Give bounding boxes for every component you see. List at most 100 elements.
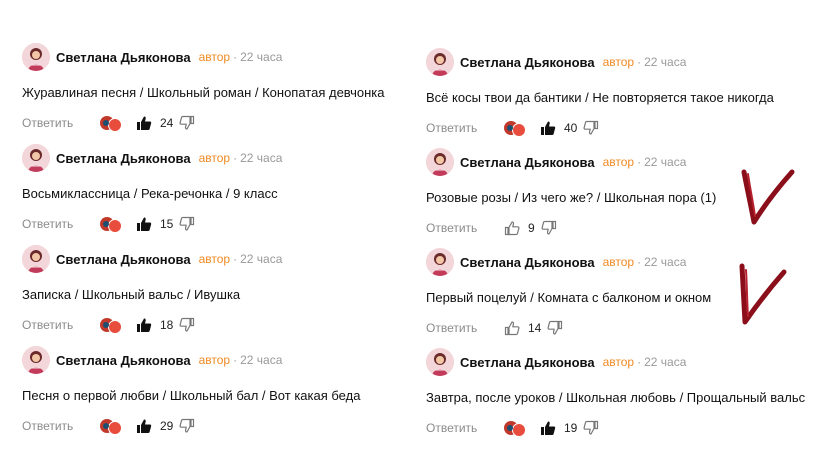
comment: Светлана Дьяконова автор · 22 часа Журав… bbox=[22, 42, 422, 134]
reactions-icon[interactable] bbox=[504, 119, 526, 137]
avatar[interactable] bbox=[426, 248, 454, 276]
thumbs-down-icon[interactable] bbox=[179, 115, 195, 131]
thumbs-down-icon[interactable] bbox=[179, 317, 195, 333]
reply-button[interactable]: Ответить bbox=[426, 221, 504, 235]
thumbs-up-icon[interactable] bbox=[540, 120, 556, 136]
separator: · bbox=[233, 353, 238, 367]
like-count: 29 bbox=[160, 419, 174, 433]
reply-button[interactable]: Ответить bbox=[426, 121, 504, 135]
timestamp: 22 часа bbox=[644, 255, 687, 269]
author-badge: автор bbox=[602, 255, 635, 269]
comment-actions: Ответить 18 bbox=[22, 314, 422, 336]
comment-actions: Ответить 29 bbox=[22, 415, 422, 437]
comment-actions: Ответить 40 bbox=[426, 117, 823, 139]
reactions-icon[interactable] bbox=[100, 417, 122, 435]
like-count: 14 bbox=[528, 321, 542, 335]
reactions-icon[interactable] bbox=[100, 215, 122, 233]
comment-header: Светлана Дьяконова автор · 22 часа bbox=[22, 244, 422, 274]
comment-text: Всё косы твои да бантики / Не повторяетс… bbox=[426, 90, 774, 105]
avatar[interactable] bbox=[22, 346, 50, 374]
comment: Светлана Дьяконова автор · 22 часа Запис… bbox=[22, 244, 422, 336]
avatar[interactable] bbox=[22, 43, 50, 71]
timestamp: 22 часа bbox=[240, 252, 283, 266]
timestamp: 22 часа bbox=[644, 55, 687, 69]
reactions-icon[interactable] bbox=[100, 316, 122, 334]
comment-header: Светлана Дьяконова автор · 22 часа bbox=[426, 47, 823, 77]
separator: · bbox=[637, 55, 642, 69]
author-name[interactable]: Светлана Дьяконова bbox=[56, 50, 191, 65]
reply-button[interactable]: Ответить bbox=[426, 421, 504, 435]
avatar[interactable] bbox=[22, 245, 50, 273]
reply-button[interactable]: Ответить bbox=[22, 217, 100, 231]
author-name[interactable]: Светлана Дьяконова bbox=[56, 151, 191, 166]
author-badge: автор bbox=[198, 50, 231, 64]
thumbs-up-icon[interactable] bbox=[540, 420, 556, 436]
like-count: 24 bbox=[160, 116, 174, 130]
like-count: 18 bbox=[160, 318, 174, 332]
separator: · bbox=[637, 355, 642, 369]
comment-actions: Ответить 24 bbox=[22, 112, 422, 134]
author-name[interactable]: Светлана Дьяконова bbox=[56, 252, 191, 267]
author-badge: автор bbox=[198, 151, 231, 165]
comment: Светлана Дьяконова автор · 22 часа Восьм… bbox=[22, 143, 422, 235]
comment-text: Записка / Школьный вальс / Ивушка bbox=[22, 287, 241, 302]
comment: Светлана Дьяконова автор · 22 часа Всё к… bbox=[426, 47, 823, 139]
comment-header: Светлана Дьяконова автор · 22 часа bbox=[22, 42, 422, 72]
author-name[interactable]: Светлана Дьяконова bbox=[460, 255, 595, 270]
thumbs-down-icon[interactable] bbox=[583, 120, 599, 136]
reactions-icon[interactable] bbox=[504, 419, 526, 437]
checkmark bbox=[741, 169, 795, 225]
avatar[interactable] bbox=[426, 348, 454, 376]
author-badge: автор bbox=[198, 353, 231, 367]
thumbs-down-icon[interactable] bbox=[583, 420, 599, 436]
comment: Светлана Дьяконова автор · 22 часа Песня… bbox=[22, 345, 422, 437]
author-name[interactable]: Светлана Дьяконова bbox=[460, 155, 595, 170]
separator: · bbox=[233, 252, 238, 266]
avatar[interactable] bbox=[426, 48, 454, 76]
author-name[interactable]: Светлана Дьяконова bbox=[56, 353, 191, 368]
thumbs-up-icon[interactable] bbox=[136, 115, 152, 131]
author-badge: автор bbox=[602, 155, 635, 169]
comment-actions: Ответить 15 bbox=[22, 213, 422, 235]
thumbs-down-icon[interactable] bbox=[179, 418, 195, 434]
avatar[interactable] bbox=[426, 148, 454, 176]
author-badge: автор bbox=[602, 355, 635, 369]
comment-header: Светлана Дьяконова автор · 22 часа bbox=[22, 143, 422, 173]
separator: · bbox=[637, 155, 642, 169]
avatar[interactable] bbox=[22, 144, 50, 172]
comment-actions: Ответить 19 bbox=[426, 417, 823, 439]
comment: Светлана Дьяконова автор · 22 часа Завтр… bbox=[426, 347, 823, 439]
thumbs-up-icon[interactable] bbox=[504, 220, 520, 236]
thumbs-up-icon[interactable] bbox=[504, 320, 520, 336]
comment-header: Светлана Дьяконова автор · 22 часа bbox=[426, 347, 823, 377]
thumbs-down-icon[interactable] bbox=[547, 320, 563, 336]
author-name[interactable]: Светлана Дьяконова bbox=[460, 355, 595, 370]
thumbs-up-icon[interactable] bbox=[136, 216, 152, 232]
author-badge: автор bbox=[198, 252, 231, 266]
thumbs-up-icon[interactable] bbox=[136, 418, 152, 434]
reply-button[interactable]: Ответить bbox=[22, 419, 100, 433]
comment-text: Восьмиклассница / Река-речонка / 9 класс bbox=[22, 186, 278, 201]
reply-button[interactable]: Ответить bbox=[426, 321, 504, 335]
author-name[interactable]: Светлана Дьяконова bbox=[460, 55, 595, 70]
like-count: 15 bbox=[160, 217, 174, 231]
like-count: 19 bbox=[564, 421, 578, 435]
separator: · bbox=[233, 50, 238, 64]
thumbs-up-icon[interactable] bbox=[136, 317, 152, 333]
timestamp: 22 часа bbox=[240, 50, 283, 64]
comment-text: Песня о первой любви / Школьный бал / Во… bbox=[22, 388, 361, 403]
separator: · bbox=[233, 151, 238, 165]
checkmark bbox=[739, 263, 787, 325]
timestamp: 22 часа bbox=[644, 355, 687, 369]
author-badge: автор bbox=[602, 55, 635, 69]
thumbs-down-icon[interactable] bbox=[541, 220, 557, 236]
timestamp: 22 часа bbox=[240, 353, 283, 367]
timestamp: 22 часа bbox=[240, 151, 283, 165]
thumbs-down-icon[interactable] bbox=[179, 216, 195, 232]
reply-button[interactable]: Ответить bbox=[22, 116, 100, 130]
timestamp: 22 часа bbox=[644, 155, 687, 169]
reactions-icon[interactable] bbox=[100, 114, 122, 132]
reply-button[interactable]: Ответить bbox=[22, 318, 100, 332]
like-count: 40 bbox=[564, 121, 578, 135]
like-count: 9 bbox=[528, 221, 535, 235]
